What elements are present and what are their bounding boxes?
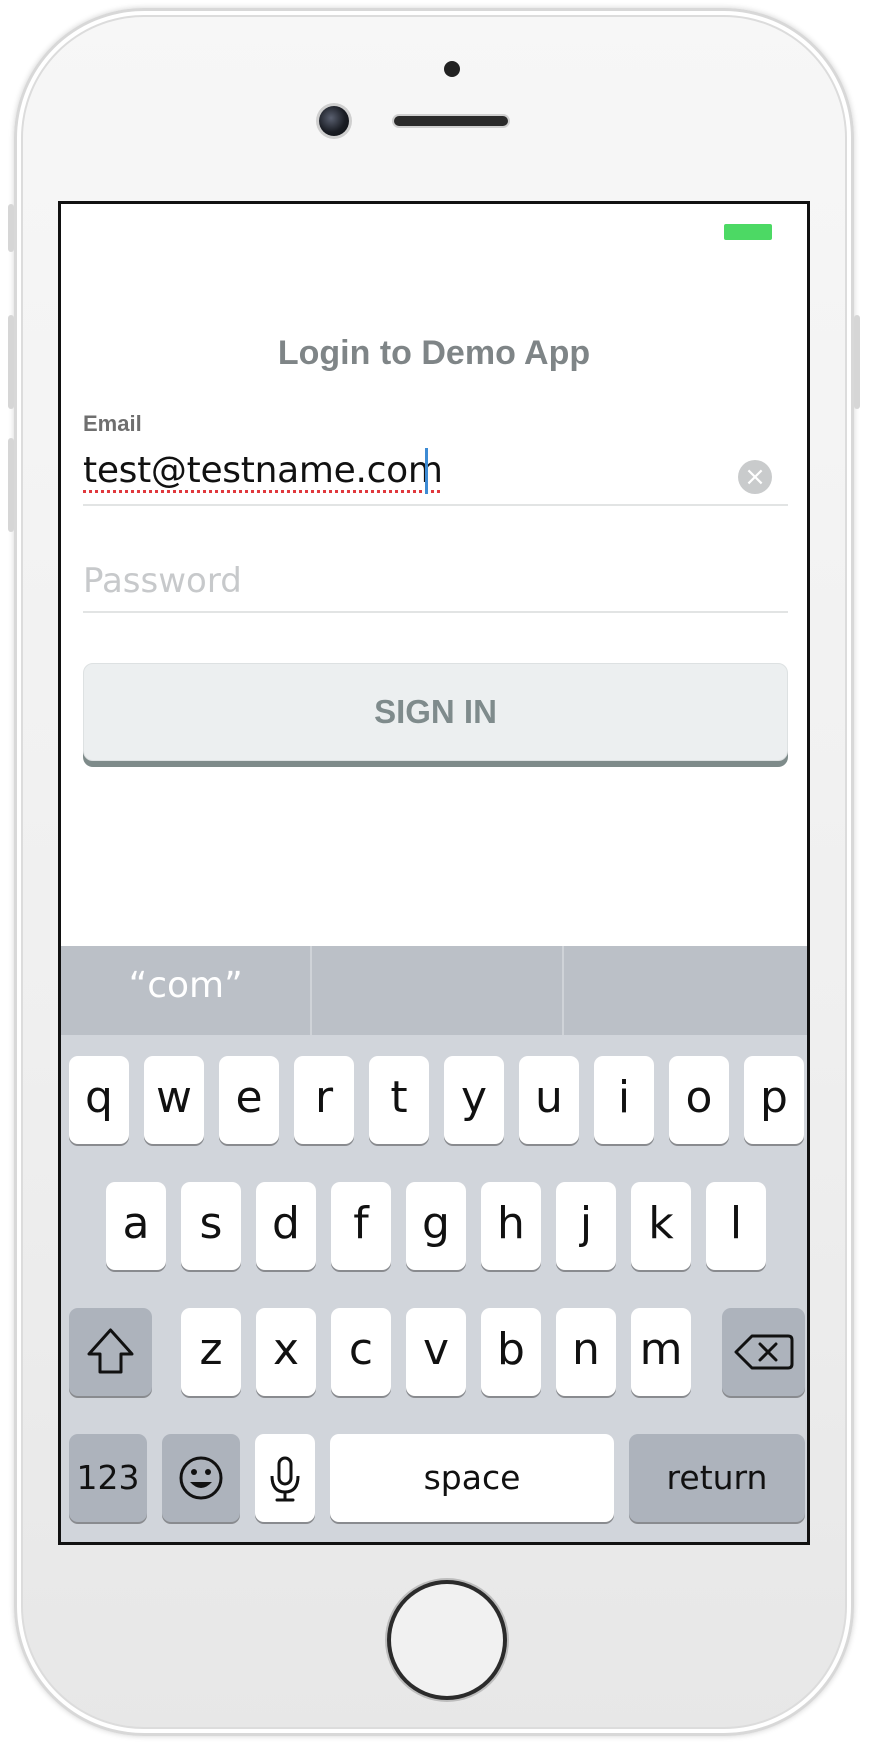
emoji-icon [179, 1456, 223, 1500]
suggestion-item[interactable] [564, 946, 807, 1035]
password-field[interactable]: Password [83, 549, 788, 613]
email-field[interactable]: test@testname.com × [83, 442, 788, 506]
emoji-key[interactable] [162, 1434, 240, 1522]
battery-icon [724, 224, 772, 240]
proximity-sensor [444, 61, 460, 77]
key-r[interactable]: r [294, 1056, 354, 1144]
key-k[interactable]: k [631, 1182, 691, 1270]
text-cursor [425, 448, 428, 494]
key-s[interactable]: s [181, 1182, 241, 1270]
key-a[interactable]: a [106, 1182, 166, 1270]
key-q[interactable]: q [69, 1056, 129, 1144]
front-camera-icon [319, 106, 349, 136]
shift-key[interactable] [69, 1308, 152, 1396]
key-i[interactable]: i [594, 1056, 654, 1144]
shift-icon [87, 1328, 134, 1374]
key-u[interactable]: u [519, 1056, 579, 1144]
phone-screen: Login to Demo App Email test@testname.co… [58, 201, 810, 1545]
return-key[interactable]: return [629, 1434, 805, 1522]
key-e[interactable]: e [219, 1056, 279, 1144]
mute-switch [8, 204, 14, 252]
key-h[interactable]: h [481, 1182, 541, 1270]
key-z[interactable]: z [181, 1308, 241, 1396]
delete-key[interactable] [722, 1308, 805, 1396]
suggestion-item[interactable]: “com” [61, 946, 313, 1035]
key-p[interactable]: p [744, 1056, 804, 1144]
dictation-key[interactable] [255, 1434, 315, 1522]
key-c[interactable]: c [331, 1308, 391, 1396]
key-o[interactable]: o [669, 1056, 729, 1144]
key-l[interactable]: l [706, 1182, 766, 1270]
password-placeholder: Password [83, 561, 242, 601]
microphone-icon [270, 1456, 300, 1502]
key-b[interactable]: b [481, 1308, 541, 1396]
key-t[interactable]: t [369, 1056, 429, 1144]
key-d[interactable]: d [256, 1182, 316, 1270]
earpiece-speaker [394, 116, 508, 126]
key-j[interactable]: j [556, 1182, 616, 1270]
numbers-key[interactable]: 123 [69, 1434, 147, 1522]
clear-icon[interactable]: × [738, 460, 772, 494]
key-v[interactable]: v [406, 1308, 466, 1396]
suggestion-bar: “com” [61, 946, 807, 1035]
suggestion-item[interactable] [312, 946, 564, 1035]
key-y[interactable]: y [444, 1056, 504, 1144]
key-w[interactable]: w [144, 1056, 204, 1144]
key-g[interactable]: g [406, 1182, 466, 1270]
delete-icon [734, 1334, 794, 1370]
volume-up-button [8, 315, 14, 409]
email-label: Email [83, 411, 142, 436]
sign-in-button[interactable]: SIGN IN [83, 663, 788, 761]
key-x[interactable]: x [256, 1308, 316, 1396]
page-title: Login to Demo App [277, 334, 591, 372]
space-key[interactable]: space [330, 1434, 614, 1522]
keyboard: “com” q w e r t y u i o p a s d f g h j … [61, 946, 807, 1542]
volume-down-button [8, 438, 14, 532]
key-f[interactable]: f [331, 1182, 391, 1270]
power-button [854, 315, 860, 409]
home-button[interactable] [391, 1584, 503, 1696]
email-value: test@testname.com [83, 450, 443, 491]
key-m[interactable]: m [631, 1308, 691, 1396]
key-n[interactable]: n [556, 1308, 616, 1396]
